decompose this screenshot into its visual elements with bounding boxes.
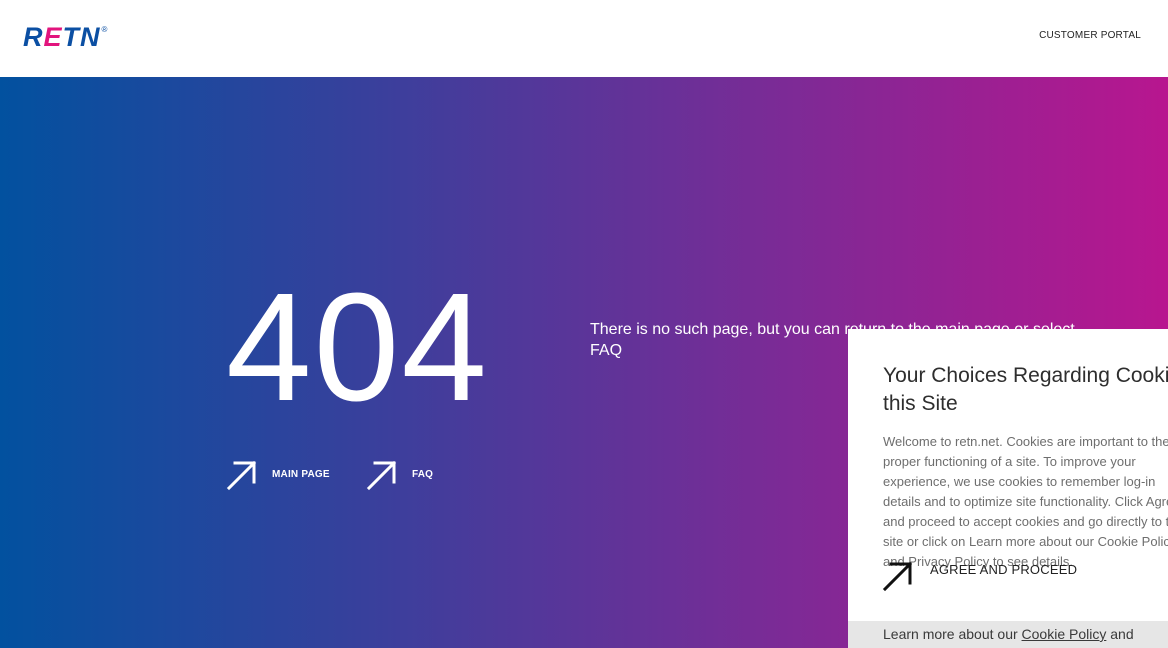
logo-letters-tn: TN xyxy=(62,22,101,52)
cookie-description: Welcome to retn.net. Cookies are importa… xyxy=(883,434,1168,569)
site-header: RETN ® CUSTOMER PORTAL xyxy=(0,0,1168,77)
error-code: 404 xyxy=(226,261,489,433)
cookie-footer: Learn more about our Cookie Policy and xyxy=(848,621,1168,648)
arrow-up-right-icon xyxy=(882,561,913,592)
faq-label: FAQ xyxy=(412,469,434,480)
main-page-label: MAIN PAGE xyxy=(272,469,330,480)
logo-wordmark: RETN xyxy=(23,24,101,51)
logo-letter-e: E xyxy=(43,22,63,52)
registered-mark: ® xyxy=(101,25,108,34)
customer-portal-link[interactable]: CUSTOMER PORTAL xyxy=(1039,30,1141,41)
cookie-title: Your Choices Regarding Cookies on this S… xyxy=(883,364,1168,415)
faq-link[interactable]: FAQ xyxy=(366,459,433,491)
cookie-policy-link[interactable]: Cookie Policy xyxy=(1022,626,1107,642)
footer-and: and xyxy=(1110,626,1134,642)
footer-prefix: Learn more about our xyxy=(883,626,1018,642)
agree-and-proceed-button[interactable]: AGREE AND PROCEED xyxy=(882,560,1077,592)
agree-label: AGREE AND PROCEED xyxy=(930,562,1078,577)
page: RETN ® CUSTOMER PORTAL 404 There is no su… xyxy=(0,0,1168,648)
cookie-consent-panel: Your Choices Regarding Cookies on this S… xyxy=(848,329,1168,648)
logo-letter-r: R xyxy=(23,22,44,52)
arrow-up-right-icon xyxy=(226,460,257,491)
retn-logo[interactable]: RETN ® xyxy=(23,24,107,54)
cookie-footer-text: Learn more about our Cookie Policy and xyxy=(883,626,1134,642)
main-page-link[interactable]: MAIN PAGE xyxy=(226,459,330,491)
arrow-up-right-icon xyxy=(366,460,397,491)
